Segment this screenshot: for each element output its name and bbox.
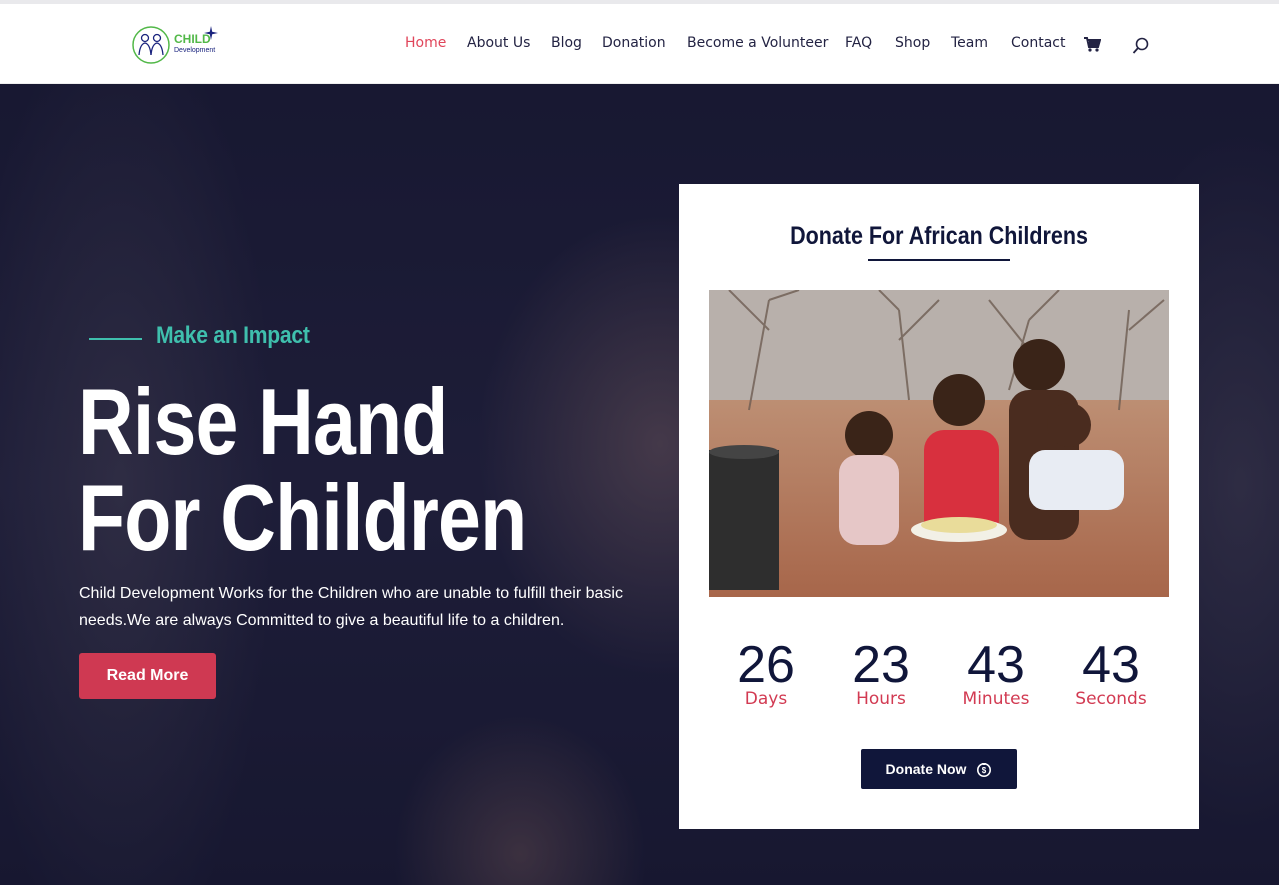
- hero-kicker: Make an Impact: [156, 322, 310, 349]
- title-underline: [868, 259, 1010, 261]
- countdown-hours-label: Hours: [856, 689, 906, 709]
- cart-icon[interactable]: [1084, 37, 1101, 52]
- countdown-hours-value: 23: [852, 636, 910, 694]
- countdown-days-value: 26: [737, 636, 795, 694]
- search-icon[interactable]: [1132, 37, 1150, 55]
- countdown-seconds-label: Seconds: [1075, 689, 1147, 709]
- countdown-timer: 26 Days 23 Hours 43 Minutes 43 Seconds: [709, 637, 1169, 717]
- nav-shop[interactable]: Shop: [895, 35, 930, 51]
- nav-blog[interactable]: Blog: [551, 35, 582, 51]
- site-header: CHILD Development Home About Us Blog Don…: [0, 4, 1279, 84]
- donate-now-button[interactable]: Donate Now $: [861, 749, 1017, 789]
- site-logo[interactable]: CHILD Development: [132, 24, 227, 66]
- donate-now-label: Donate Now: [885, 761, 967, 777]
- donation-photo: [709, 290, 1169, 597]
- nav-faq[interactable]: FAQ: [845, 35, 872, 51]
- hero-title-line2: For Children: [78, 465, 527, 570]
- countdown-minutes-label: Minutes: [962, 689, 1030, 709]
- countdown-seconds-value: 43: [1082, 636, 1140, 694]
- kicker-line: [89, 338, 142, 340]
- countdown-minutes: 43 Minutes: [946, 637, 1046, 709]
- countdown-hours: 23 Hours: [831, 637, 931, 709]
- countdown-minutes-value: 43: [967, 636, 1025, 694]
- nav-home[interactable]: Home: [405, 35, 446, 51]
- logo-icon: [132, 26, 170, 64]
- hero-title: Rise Hand For Children: [78, 374, 527, 566]
- svg-text:$: $: [982, 766, 987, 775]
- sparkle-icon: [204, 26, 218, 40]
- money-bag-icon: $: [977, 763, 992, 777]
- logo-name-sub: Development: [174, 47, 216, 54]
- countdown-days: 26 Days: [716, 637, 816, 709]
- nav-team[interactable]: Team: [951, 35, 988, 51]
- nav-about-us[interactable]: About Us: [467, 35, 530, 51]
- donation-card: Donate For African Childrens 26 Days 23 …: [679, 184, 1199, 829]
- countdown-seconds: 43 Seconds: [1061, 637, 1161, 709]
- donation-card-title: Donate For African Childrens: [790, 222, 1088, 250]
- nav-donation[interactable]: Donation: [602, 35, 666, 51]
- nav-contact[interactable]: Contact: [1011, 35, 1065, 51]
- nav-become-a-volunteer[interactable]: Become a Volunteer: [687, 35, 828, 51]
- hero-title-line1: Rise Hand: [78, 369, 448, 474]
- donation-photo-illustration: [709, 290, 1169, 597]
- read-more-button[interactable]: Read More: [79, 653, 216, 699]
- hero-description: Child Development Works for the Children…: [79, 585, 623, 629]
- countdown-days-label: Days: [744, 689, 788, 709]
